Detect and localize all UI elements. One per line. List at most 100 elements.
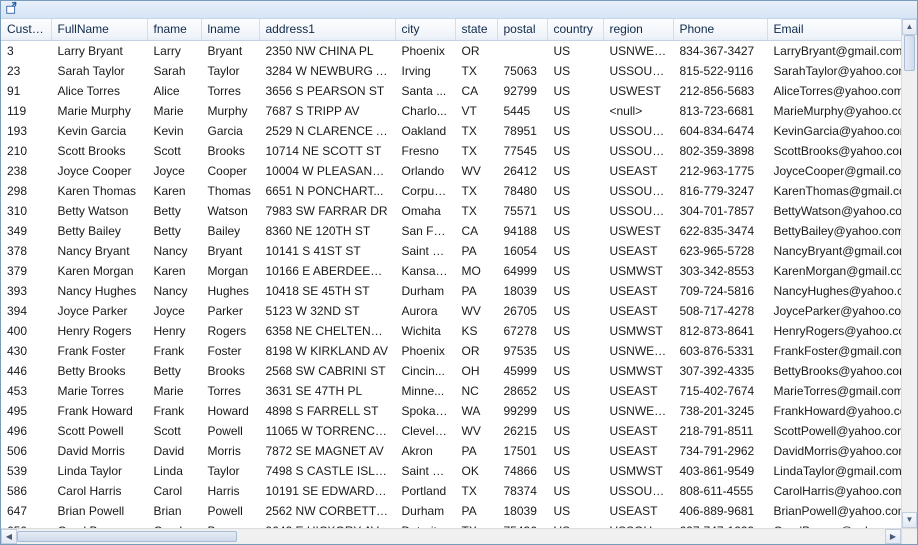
cell-city[interactable]: Aurora bbox=[395, 301, 455, 321]
cell-cust_id[interactable]: 119 bbox=[1, 101, 51, 121]
cell-country[interactable]: US bbox=[547, 181, 603, 201]
cell-fname[interactable]: Brian bbox=[147, 501, 201, 521]
cell-city[interactable]: Omaha bbox=[395, 201, 455, 221]
cell-phone[interactable]: 802-359-3898 bbox=[673, 141, 767, 161]
cell-postal[interactable]: 75571 bbox=[497, 201, 547, 221]
cell-fname[interactable]: Betty bbox=[147, 221, 201, 241]
cell-fullname[interactable]: Henry Rogers bbox=[51, 321, 147, 341]
cell-region[interactable]: USWEST bbox=[603, 221, 673, 241]
column-header-phone[interactable]: Phone bbox=[673, 19, 767, 41]
column-header-region[interactable]: region bbox=[603, 19, 673, 41]
cell-postal[interactable]: 94188 bbox=[497, 221, 547, 241]
cell-email[interactable]: ScottPowell@yahoo.com bbox=[767, 421, 901, 441]
cell-lname[interactable]: Morgan bbox=[201, 261, 259, 281]
cell-city[interactable]: San Fra... bbox=[395, 221, 455, 241]
cell-city[interactable]: Phoenix bbox=[395, 41, 455, 61]
cell-email[interactable]: KarenThomas@gmail.com bbox=[767, 181, 901, 201]
cell-postal[interactable]: 17501 bbox=[497, 441, 547, 461]
cell-email[interactable]: NancyBryant@gmail.com bbox=[767, 241, 901, 261]
table-row[interactable]: 378Nancy BryantNancyBryant10141 S 41ST S… bbox=[1, 241, 901, 261]
cell-lname[interactable]: Bryant bbox=[201, 41, 259, 61]
cell-cust_id[interactable]: 193 bbox=[1, 121, 51, 141]
cell-address1[interactable]: 2350 NW CHINA PL bbox=[259, 41, 395, 61]
cell-postal[interactable]: 45999 bbox=[497, 361, 547, 381]
cell-lname[interactable]: Powell bbox=[201, 421, 259, 441]
cell-cust_id[interactable]: 586 bbox=[1, 481, 51, 501]
cell-address1[interactable]: 7687 S TRIPP AV bbox=[259, 101, 395, 121]
cell-address1[interactable]: 11065 W TORRENCE... bbox=[259, 421, 395, 441]
cell-country[interactable]: US bbox=[547, 341, 603, 361]
cell-email[interactable]: DavidMorris@yahoo.com bbox=[767, 441, 901, 461]
cell-state[interactable]: WV bbox=[455, 301, 497, 321]
cell-lname[interactable]: Taylor bbox=[201, 461, 259, 481]
cell-cust_id[interactable]: 446 bbox=[1, 361, 51, 381]
cell-fullname[interactable]: Frank Howard bbox=[51, 401, 147, 421]
cell-address1[interactable]: 10141 S 41ST ST bbox=[259, 241, 395, 261]
column-header-fname[interactable]: fname bbox=[147, 19, 201, 41]
table-row[interactable]: 23Sarah TaylorSarahTaylor3284 W NEWBURG … bbox=[1, 61, 901, 81]
horizontal-scrollbar[interactable]: ◀ ▶ bbox=[1, 528, 901, 544]
cell-region[interactable]: USNWEST bbox=[603, 401, 673, 421]
cell-fname[interactable]: Marie bbox=[147, 101, 201, 121]
cell-cust_id[interactable]: 496 bbox=[1, 421, 51, 441]
cell-country[interactable]: US bbox=[547, 301, 603, 321]
cell-postal[interactable]: 5445 bbox=[497, 101, 547, 121]
table-row[interactable]: 586Carol HarrisCarolHarris10191 SE EDWAR… bbox=[1, 481, 901, 501]
cell-city[interactable]: Kansas... bbox=[395, 261, 455, 281]
cell-city[interactable]: Fresno bbox=[395, 141, 455, 161]
cell-postal[interactable]: 16054 bbox=[497, 241, 547, 261]
cell-country[interactable]: US bbox=[547, 521, 603, 529]
cell-state[interactable]: TX bbox=[455, 481, 497, 501]
cell-state[interactable]: PA bbox=[455, 501, 497, 521]
data-grid[interactable]: Cust_IDFullNamefnamelnameaddress1citysta… bbox=[1, 19, 901, 528]
cell-cust_id[interactable]: 647 bbox=[1, 501, 51, 521]
cell-cust_id[interactable]: 393 bbox=[1, 281, 51, 301]
cell-lname[interactable]: Murphy bbox=[201, 101, 259, 121]
cell-fullname[interactable]: Nancy Bryant bbox=[51, 241, 147, 261]
cell-fname[interactable]: Scott bbox=[147, 421, 201, 441]
cell-country[interactable]: US bbox=[547, 141, 603, 161]
vertical-scrollbar[interactable]: ▲ ▼ bbox=[901, 19, 917, 528]
cell-lname[interactable]: Powell bbox=[201, 501, 259, 521]
cell-lname[interactable]: Harris bbox=[201, 481, 259, 501]
cell-cust_id[interactable]: 298 bbox=[1, 181, 51, 201]
cell-cust_id[interactable]: 650 bbox=[1, 521, 51, 529]
cell-region[interactable]: USEAST bbox=[603, 301, 673, 321]
cell-country[interactable]: US bbox=[547, 501, 603, 521]
table-row[interactable]: 119Marie MurphyMarieMurphy7687 S TRIPP A… bbox=[1, 101, 901, 121]
cell-lname[interactable]: Brooks bbox=[201, 361, 259, 381]
cell-state[interactable]: PA bbox=[455, 281, 497, 301]
cell-cust_id[interactable]: 506 bbox=[1, 441, 51, 461]
cell-fullname[interactable]: Brian Powell bbox=[51, 501, 147, 521]
table-row[interactable]: 91Alice TorresAliceTorres3656 S PEARSON … bbox=[1, 81, 901, 101]
cell-country[interactable]: US bbox=[547, 381, 603, 401]
cell-state[interactable]: WV bbox=[455, 421, 497, 441]
table-row[interactable]: 539Linda TaylorLindaTaylor7498 S CASTLE … bbox=[1, 461, 901, 481]
cell-email[interactable]: HenryRogers@yahoo.com bbox=[767, 321, 901, 341]
cell-address1[interactable]: 7872 SE MAGNET AV bbox=[259, 441, 395, 461]
horizontal-scroll-thumb[interactable] bbox=[17, 531, 237, 542]
cell-address1[interactable]: 7498 S CASTLE ISLA... bbox=[259, 461, 395, 481]
cell-state[interactable]: TX bbox=[455, 121, 497, 141]
cell-region[interactable]: USSOUTH bbox=[603, 181, 673, 201]
cell-postal[interactable]: 18039 bbox=[497, 281, 547, 301]
horizontal-scroll-track[interactable] bbox=[17, 529, 885, 544]
cell-fullname[interactable]: Scott Powell bbox=[51, 421, 147, 441]
cell-state[interactable]: CA bbox=[455, 221, 497, 241]
cell-fname[interactable]: Karen bbox=[147, 261, 201, 281]
cell-state[interactable]: PA bbox=[455, 441, 497, 461]
cell-cust_id[interactable]: 378 bbox=[1, 241, 51, 261]
cell-state[interactable]: TX bbox=[455, 61, 497, 81]
cell-state[interactable]: OR bbox=[455, 341, 497, 361]
cell-fullname[interactable]: Frank Foster bbox=[51, 341, 147, 361]
cell-region[interactable]: USSOUTH bbox=[603, 521, 673, 529]
cell-fname[interactable]: Karen bbox=[147, 181, 201, 201]
cell-email[interactable]: MarieTorres@gmail.com bbox=[767, 381, 901, 401]
cell-fullname[interactable]: Karen Morgan bbox=[51, 261, 147, 281]
column-header-city[interactable]: city bbox=[395, 19, 455, 41]
cell-postal[interactable]: 78480 bbox=[497, 181, 547, 201]
cell-address1[interactable]: 9642 E HICKORY AV bbox=[259, 521, 395, 529]
cell-country[interactable]: US bbox=[547, 321, 603, 341]
cell-address1[interactable]: 8360 NE 120TH ST bbox=[259, 221, 395, 241]
table-row[interactable]: 495Frank HowardFrankHoward4898 S FARRELL… bbox=[1, 401, 901, 421]
